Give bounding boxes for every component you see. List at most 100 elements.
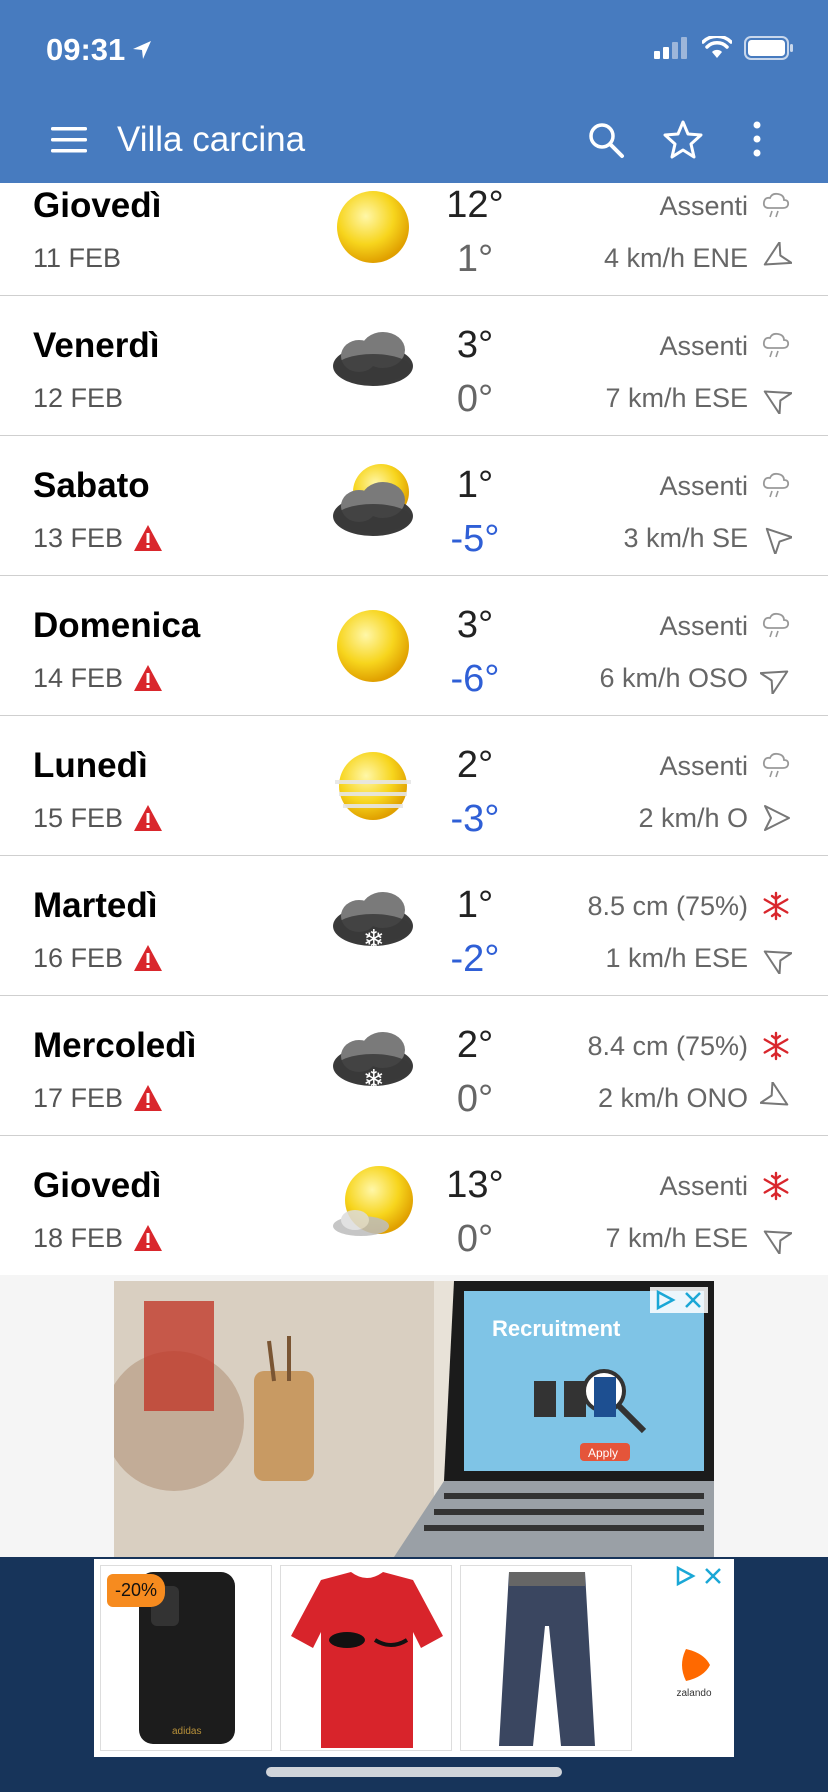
warning-icon[interactable] — [133, 944, 163, 972]
product-tile-sweater[interactable] — [280, 1565, 452, 1751]
forecast-day-row-3[interactable]: Sabato 13 FEB 1° -5° Assenti 3 km/h SE — [0, 436, 828, 576]
date-text: 12 FEB — [33, 383, 124, 413]
sunny-icon — [337, 191, 409, 263]
wind: 6 km/h OSO — [599, 663, 748, 693]
wind-direction-icon — [765, 527, 792, 554]
menu-button[interactable] — [44, 118, 94, 162]
day-date: 12 FEB — [33, 380, 123, 416]
day-name: Giovedì — [33, 1166, 162, 1205]
rain-icon — [762, 192, 790, 218]
status-time-text: 09:31 — [46, 32, 126, 67]
date-text: 14 FEB — [33, 663, 124, 693]
temp-min: 0° — [456, 1218, 494, 1260]
toolbar: Villa carcina — [0, 100, 828, 180]
product-ad-choices[interactable] — [670, 1563, 728, 1589]
precipitation: 8.4 cm (75%) — [587, 1031, 748, 1061]
trousers-image — [499, 1572, 595, 1746]
close-icon[interactable] — [702, 1565, 724, 1587]
wind-direction-icon — [763, 950, 792, 974]
close-icon[interactable] — [682, 1289, 704, 1311]
forecast-day-row-6[interactable]: Martedì 16 FEB ❄ 1° -2° 8.5 cm (75%) 1 k… — [0, 856, 828, 996]
snowflake-icon — [763, 1171, 789, 1201]
day-name: Lunedì — [33, 746, 148, 785]
temp-min: -5° — [450, 518, 500, 560]
hazy-sun-icon — [335, 752, 411, 820]
wind: 1 km/h ESE — [605, 943, 748, 973]
rain-icon — [762, 752, 790, 778]
date-text: 16 FEB — [33, 943, 124, 973]
temp-max: 1° — [456, 464, 494, 506]
adchoices-icon — [656, 1289, 676, 1311]
snow-icon: ❄ — [333, 1032, 413, 1095]
advertiser-logo[interactable]: zalando — [664, 1645, 724, 1699]
favorite-button[interactable] — [658, 114, 708, 164]
warning-icon[interactable] — [133, 664, 163, 692]
date-text: 11 FEB — [33, 243, 122, 273]
warning-icon[interactable] — [133, 1224, 163, 1252]
search-button[interactable] — [582, 116, 630, 164]
signal-icon — [654, 37, 687, 59]
day-name: Domenica — [33, 606, 201, 645]
temp-max: 2° — [456, 744, 494, 786]
temp-min: 0° — [456, 378, 494, 420]
temp-max: 13° — [446, 1164, 504, 1206]
forecast-list[interactable]: Giovedì 11 FEB 12° 1° Assenti 4 km/h ENE… — [0, 183, 828, 1275]
day-date: 13 FEB — [33, 520, 163, 556]
zalando-logo-icon — [682, 1649, 710, 1681]
temp-min: -3° — [450, 798, 500, 840]
product-ad[interactable]: adidas -20% zalando — [94, 1559, 734, 1757]
temp-max: 3° — [456, 604, 494, 646]
status-icons — [654, 36, 794, 60]
product-tile-phone-case[interactable]: adidas -20% — [100, 1565, 272, 1751]
wind-direction-icon — [763, 390, 792, 414]
wind: 3 km/h SE — [623, 523, 748, 553]
precipitation: Assenti — [659, 331, 748, 361]
forecast-day-row-1[interactable]: Giovedì 11 FEB 12° 1° Assenti 4 km/h ENE — [0, 183, 828, 296]
star-icon — [663, 120, 703, 159]
wind: 7 km/h ESE — [605, 383, 748, 413]
temp-min: -2° — [450, 938, 500, 980]
banner-ad[interactable]: Recruitment Apply — [114, 1281, 714, 1557]
battery-icon — [744, 36, 793, 60]
day-date: 15 FEB — [33, 800, 163, 836]
forecast-day-row-4[interactable]: Domenica 14 FEB 3° -6° Assenti 6 km/h OS… — [0, 576, 828, 716]
temp-max: 12° — [446, 184, 504, 226]
product-tile-trousers[interactable] — [460, 1565, 632, 1751]
forecast-day-row-5[interactable]: Lunedì 15 FEB 2° -3° Assenti 2 km/h O — [0, 716, 828, 856]
sunny-icon — [337, 610, 409, 682]
warning-icon[interactable] — [133, 1084, 163, 1112]
precipitation: 8.5 cm (75%) — [587, 891, 748, 921]
temp-max: 1° — [456, 884, 494, 926]
warning-icon[interactable] — [133, 804, 163, 832]
forecast-day-row-7[interactable]: Mercoledì 17 FEB ❄ 2° 0° 8.4 cm (75%) 2 … — [0, 996, 828, 1136]
discount-tag: -20% — [107, 1574, 166, 1607]
temp-min: -6° — [450, 658, 500, 700]
precipitation: Assenti — [659, 611, 748, 641]
app-header: 09:31 Villa carcina — [0, 0, 828, 183]
wind: 7 km/h ESE — [605, 1223, 748, 1253]
snowflake-icon — [763, 1031, 789, 1061]
precipitation: Assenti — [659, 471, 748, 501]
forecast-day-row-8[interactable]: Giovedì 18 FEB 13° 0° Assenti 7 km/h ESE — [0, 1136, 828, 1275]
more-vertical-icon — [753, 121, 761, 157]
banner-ad-image: Recruitment Apply — [114, 1281, 714, 1557]
sun-clouds-icon — [333, 1166, 413, 1236]
date-text: 15 FEB — [33, 803, 124, 833]
warning-icon[interactable] — [133, 524, 163, 552]
date-text: 13 FEB — [33, 523, 124, 553]
more-options-button[interactable] — [742, 114, 772, 164]
hamburger-icon — [51, 127, 87, 153]
location-title: Villa carcina — [117, 120, 306, 159]
wind: 2 km/h O — [638, 803, 748, 833]
precipitation: Assenti — [659, 191, 748, 221]
wifi-icon — [702, 36, 732, 58]
wind-direction-icon — [760, 670, 789, 694]
wind: 4 km/h ENE — [603, 243, 748, 273]
day-name: Mercoledì — [33, 1026, 197, 1065]
svg-text:❄: ❄ — [363, 1065, 385, 1095]
ad-choices[interactable] — [650, 1287, 708, 1313]
wind: 2 km/h ONO — [597, 1083, 748, 1113]
rain-icon — [762, 472, 790, 498]
forecast-day-row-2[interactable]: Venerdì 12 FEB 3° 0° Assenti 7 km/h ESE — [0, 296, 828, 436]
banner-ad-apply: Apply — [588, 1446, 618, 1460]
